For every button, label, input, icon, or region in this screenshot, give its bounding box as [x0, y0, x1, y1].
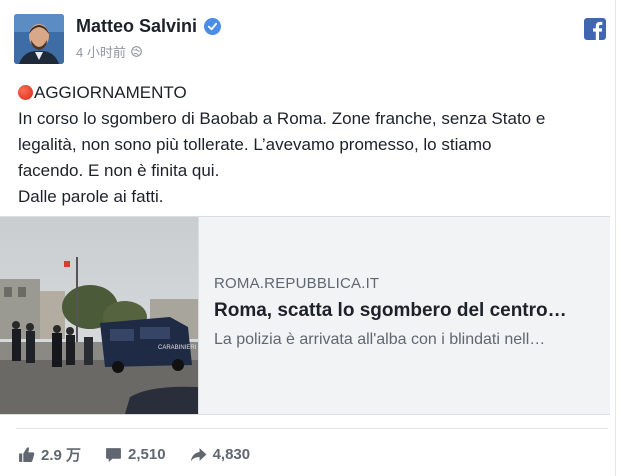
- timestamp-text[interactable]: 4 小时前: [76, 42, 126, 61]
- post-line-2: In corso lo sgombero di Baobab a Roma. Z…: [18, 109, 546, 128]
- shares-stat[interactable]: 4,830: [190, 446, 251, 463]
- comments-count: 2,510: [128, 446, 166, 463]
- share-arrow-icon: [190, 448, 207, 462]
- post-body: AGGIORNAMENTO In corso lo sgombero di Ba…: [18, 80, 608, 210]
- shares-count: 4,830: [212, 446, 251, 463]
- comments-stat[interactable]: 2,510: [105, 446, 166, 463]
- post-author[interactable]: Matteo Salvini: [76, 16, 222, 37]
- avatar-image: [14, 14, 64, 64]
- thumbs-up-icon: [19, 447, 35, 462]
- comment-bubble-icon: [106, 448, 121, 462]
- link-thumbnail[interactable]: CARABINIERI: [0, 217, 198, 414]
- author-avatar[interactable]: [14, 14, 64, 64]
- verified-badge-icon: [204, 18, 222, 35]
- link-title[interactable]: Roma, scatta lo sgombero del centro…: [214, 300, 609, 322]
- engagement-stats: 2.9 万 2,510 4,830: [18, 444, 274, 465]
- likes-stat[interactable]: 2.9 万: [18, 444, 81, 465]
- link-info[interactable]: ROMA.REPUBBLICA.IT Roma, scatta lo sgomb…: [198, 217, 610, 414]
- post-line-3: legalità, non sono più tollerate. L’avev…: [18, 135, 492, 154]
- link-domain: ROMA.REPUBBLICA.IT: [214, 275, 380, 292]
- post-timestamp[interactable]: 4 小时前: [76, 42, 142, 61]
- footer-divider: [16, 428, 608, 429]
- red-circle-emoji: [18, 85, 33, 100]
- post-line-1: AGGIORNAMENTO: [18, 80, 608, 106]
- link-preview-card[interactable]: CARABINIERI ROMA.REPUBBLICA.IT Roma, sca…: [0, 216, 610, 415]
- post-line-5: Dalle parole ai fatti.: [18, 187, 164, 206]
- link-description: La polizia è arrivata all'alba con i bli…: [214, 331, 546, 348]
- post-line-4: facendo. E non è finita qui.: [18, 161, 220, 180]
- globe-icon: [131, 46, 142, 57]
- van-lettering: CARABINIERI: [158, 345, 197, 351]
- author-name[interactable]: Matteo Salvini: [76, 16, 197, 37]
- likes-count: 2.9 万: [41, 447, 82, 464]
- facebook-logo-icon[interactable]: [584, 18, 606, 40]
